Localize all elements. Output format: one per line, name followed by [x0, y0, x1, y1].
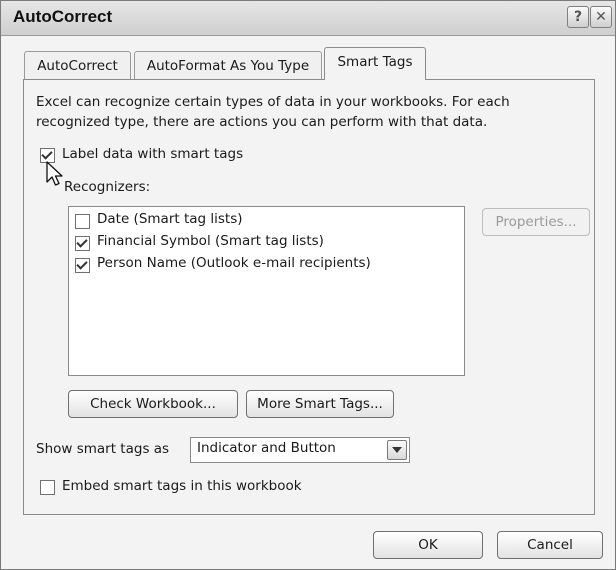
description-line-1: Excel can recognize certain types of dat…: [36, 94, 510, 110]
properties-button[interactable]: Properties...: [482, 208, 590, 236]
show-smart-tags-dropdown[interactable]: Indicator and Button: [190, 437, 410, 463]
person-name-label[interactable]: Person Name (Outlook e-mail recipients): [97, 255, 371, 271]
autocorrect-dialog: AutoCorrect ? ✕ AutoCorrect AutoFormat A…: [0, 0, 616, 570]
title-bar: AutoCorrect ? ✕: [1, 1, 615, 36]
chevron-down-icon[interactable]: [387, 440, 407, 460]
tab-smart-tags[interactable]: Smart Tags: [324, 47, 426, 80]
embed-smart-tags-checkbox[interactable]: [40, 480, 55, 495]
cancel-button[interactable]: Cancel: [497, 531, 603, 559]
show-smart-tags-label: Show smart tags as: [36, 441, 170, 457]
help-button[interactable]: ?: [567, 6, 589, 28]
dialog-title: AutoCorrect: [13, 7, 113, 26]
close-button[interactable]: ✕: [590, 6, 612, 28]
embed-smart-tags-label[interactable]: Embed smart tags in this workbook: [62, 478, 302, 494]
recognizers-label: Recognizers:: [64, 179, 151, 195]
date-recognizer-checkbox[interactable]: [75, 214, 90, 229]
label-data-label[interactable]: Label data with smart tags: [62, 146, 243, 162]
show-smart-tags-value: Indicator and Button: [197, 440, 336, 456]
financial-symbol-checkbox[interactable]: [75, 236, 90, 251]
ok-button[interactable]: OK: [373, 531, 483, 559]
more-smart-tags-button[interactable]: More Smart Tags...: [246, 390, 394, 418]
recognizers-list[interactable]: Date (Smart tag lists) Financial Symbol …: [68, 206, 465, 376]
smart-tags-panel: Excel can recognize certain types of dat…: [23, 79, 595, 515]
description-line-2: recognized type, there are actions you c…: [36, 114, 488, 130]
date-recognizer-label[interactable]: Date (Smart tag lists): [97, 211, 243, 227]
financial-symbol-label[interactable]: Financial Symbol (Smart tag lists): [97, 233, 324, 249]
mouse-pointer-icon: [46, 161, 63, 186]
tab-autocorrect[interactable]: AutoCorrect: [24, 51, 131, 80]
person-name-checkbox[interactable]: [75, 258, 90, 273]
tab-autoformat-as-you-type[interactable]: AutoFormat As You Type: [134, 51, 322, 80]
check-workbook-button[interactable]: Check Workbook...: [68, 390, 238, 418]
